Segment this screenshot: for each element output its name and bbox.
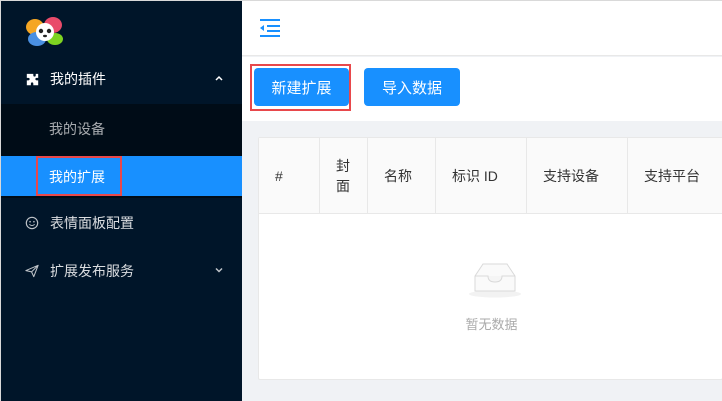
menu-publish-service[interactable]: 扩展发布服务 bbox=[1, 251, 242, 291]
main-area: 新建扩展 导入数据 # 封面 名称 标识 ID 支持设备 支持平台 暂无数据 bbox=[242, 1, 722, 401]
extensions-table: # 封面 名称 标识 ID 支持设备 支持平台 暂无数据 bbox=[258, 137, 722, 380]
header-bar bbox=[242, 1, 722, 56]
highlight-box-my-extensions bbox=[36, 156, 122, 196]
highlight-box-new-extension bbox=[250, 64, 351, 111]
smile-icon bbox=[25, 216, 39, 230]
menu-my-plugins[interactable]: 我的插件 bbox=[1, 59, 242, 99]
sidebar: 我的插件 我的设备 我的扩展 表情面板配置 扩展发布服务 bbox=[1, 1, 242, 401]
empty-state-text: 暂无数据 bbox=[465, 317, 518, 332]
col-header-name: 名称 bbox=[368, 138, 436, 214]
send-icon bbox=[25, 264, 39, 278]
table-header: # 封面 名称 标识 ID 支持设备 支持平台 bbox=[259, 138, 722, 214]
empty-inbox-icon bbox=[469, 263, 521, 298]
chevron-up-icon bbox=[215, 75, 223, 81]
app-logo bbox=[26, 17, 63, 46]
col-header-cover: 封面 bbox=[320, 138, 368, 214]
menu-emoji-panel-label: 表情面板配置 bbox=[50, 215, 134, 231]
col-header-platform: 支持平台 bbox=[644, 168, 700, 184]
col-header-index: # bbox=[259, 138, 320, 214]
menu-my-plugins-label: 我的插件 bbox=[50, 71, 106, 87]
toolbar: 新建扩展 导入数据 bbox=[242, 57, 722, 121]
sidebar-item-my-devices[interactable]: 我的设备 bbox=[1, 108, 242, 148]
col-header-id: 标识 ID bbox=[436, 138, 527, 214]
sidebar-item-my-devices-label: 我的设备 bbox=[49, 121, 105, 137]
chevron-down-icon bbox=[215, 267, 223, 273]
menu-fold-icon[interactable] bbox=[259, 17, 281, 39]
import-data-button[interactable]: 导入数据 bbox=[364, 68, 460, 106]
col-header-devices: 支持设备 bbox=[527, 138, 628, 214]
menu-publish-service-label: 扩展发布服务 bbox=[50, 263, 134, 279]
puzzle-icon bbox=[25, 72, 39, 86]
menu-emoji-panel[interactable]: 表情面板配置 bbox=[1, 203, 242, 243]
